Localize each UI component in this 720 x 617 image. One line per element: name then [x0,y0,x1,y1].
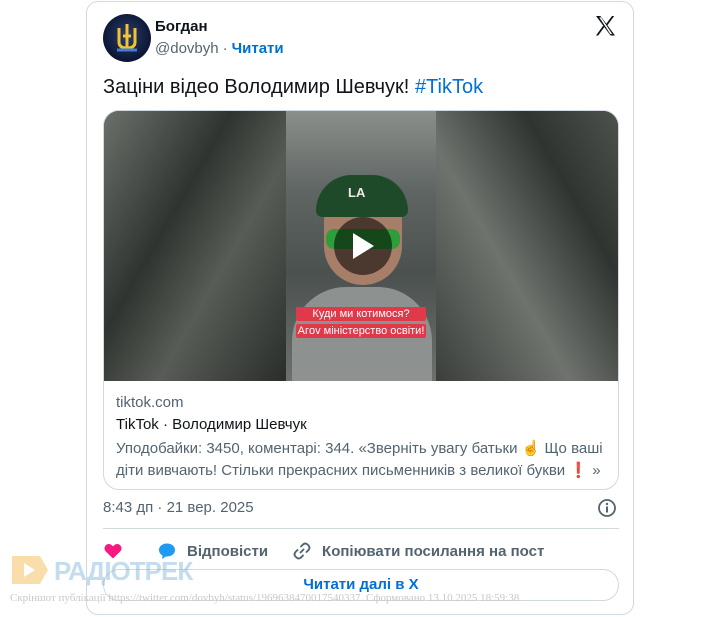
video-caption-line1: Куди ми котимося? [296,307,426,321]
copy-link-label: Копіювати посилання на пост [322,542,545,560]
video-caption-line2: Агov міністерство освіти! [296,324,426,338]
reply-label: Відповісти [187,542,269,560]
info-icon[interactable] [597,498,617,518]
hashtag-link[interactable]: #TikTok [415,76,483,98]
preview-title: TikTok · Володимир Шевчук [116,416,307,433]
author-handle-line: @dovbyh · Читати [155,40,284,57]
tweet-body: Заціни відео Володимир Шевчук! [103,76,410,98]
preview-domain: tiktok.com [116,394,184,411]
link-icon [293,542,311,560]
link-preview-card[interactable]: LA Куди ми котимося? Агov міністерство о… [103,110,619,490]
follow-link[interactable]: Читати [232,40,284,57]
watermark-brand: РАДІОТРЕК [54,556,193,586]
x-logo-icon[interactable] [593,14,617,38]
play-button[interactable] [334,217,392,275]
screenshot-note: Скріншот публікації https://twitter.com/… [10,592,520,604]
avatar[interactable] [103,14,151,62]
radiotrek-logo-icon [12,556,48,584]
play-icon [353,233,374,259]
trident-emblem-icon [117,24,137,52]
separator-dot: · [222,40,228,57]
copy-link-button[interactable]: Копіювати посилання на пост [292,541,544,561]
author-handle[interactable]: @dovbyh [155,40,219,57]
blurred-right [436,111,618,381]
tweet-card: Богдан @dovbyh · Читати Заціни відео Волод… [86,1,634,615]
cap-logo: LA [348,185,366,200]
author-name[interactable]: Богдан [155,18,208,35]
radiotrek-watermark: РАДІОТРЕК [10,552,193,588]
preview-description: Уподобайки: 3450, коментарі: 344. «Зверн… [116,440,603,479]
divider [103,528,619,529]
timestamp[interactable]: 8:43 дп · 21 вер. 2025 [103,499,254,516]
video-thumbnail[interactable]: LA Куди ми котимося? Агov міністерство о… [104,111,618,381]
tweet-text: Заціни відео Володимир Шевчук! #TikTok [103,74,483,100]
blurred-left [104,111,286,381]
